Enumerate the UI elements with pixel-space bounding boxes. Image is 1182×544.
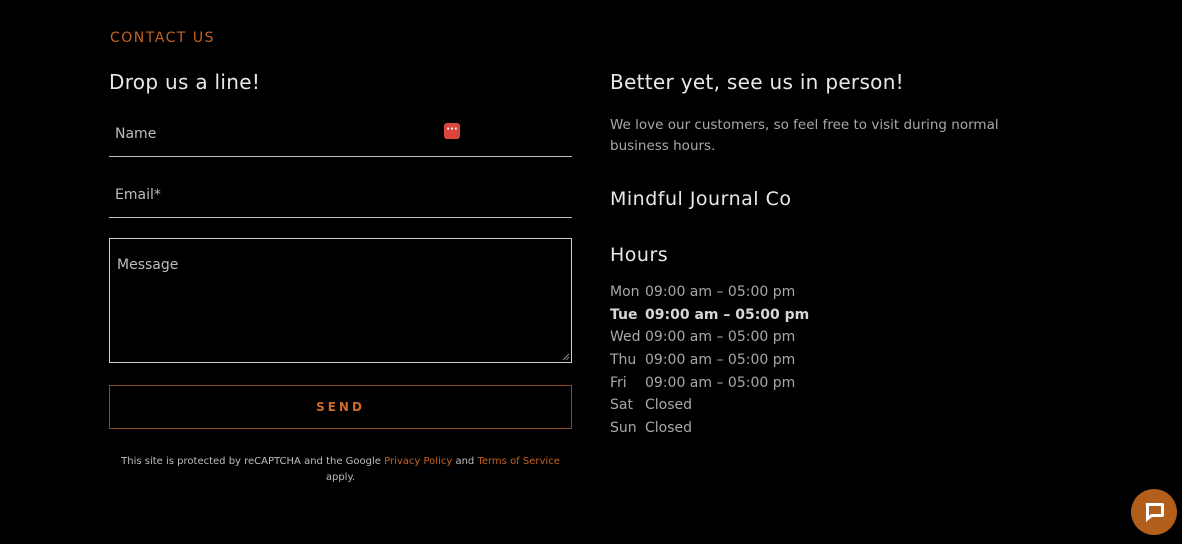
message-placeholder: Message bbox=[117, 257, 179, 273]
recaptcha-middle: and bbox=[452, 456, 478, 467]
visit-intro: We love our customers, so feel free to v… bbox=[610, 117, 999, 154]
hours-time: Closed bbox=[645, 420, 693, 437]
name-underline bbox=[109, 156, 572, 157]
hours-row: Mon 09:00 am – 05:00 pm bbox=[610, 284, 809, 307]
hours-time: 09:00 am – 05:00 pm bbox=[645, 284, 796, 300]
contact-page: CONTACT US Drop us a line! Name ··· Emai… bbox=[0, 0, 1182, 544]
hours-day: Wed bbox=[610, 329, 641, 346]
message-textarea[interactable]: Message bbox=[109, 238, 572, 363]
recaptcha-prefix: This site is protected by reCAPTCHA and … bbox=[121, 456, 385, 467]
contact-form: Drop us a line! Name ··· Email* Message … bbox=[109, 70, 572, 483]
hours-time: 09:00 am – 05:00 pm bbox=[645, 306, 810, 323]
recaptcha-suffix: apply. bbox=[325, 472, 356, 483]
visit-heading: Better yet, see us in person! bbox=[610, 70, 904, 94]
hours-time: 09:00 am – 05:00 pm bbox=[645, 329, 796, 346]
hours-day: Tue bbox=[610, 306, 638, 323]
hours-day: Mon bbox=[610, 284, 640, 300]
chat-bubble-icon bbox=[1145, 503, 1164, 522]
company-name: Mindful Journal Co bbox=[610, 188, 792, 210]
form-heading: Drop us a line! bbox=[109, 70, 261, 94]
hours-time: Closed bbox=[645, 397, 693, 414]
hours-day: Sat bbox=[610, 397, 633, 414]
hours-row: Wed 09:00 am – 05:00 pm bbox=[610, 329, 809, 352]
hours-time: 09:00 am – 05:00 pm bbox=[645, 374, 796, 391]
hours-table: Mon 09:00 am – 05:00 pm Tue 09:00 am – 05:0… bbox=[610, 284, 809, 443]
hours-day: Sun bbox=[610, 420, 637, 437]
hours-row: Tue 09:00 am – 05:00 pm bbox=[610, 307, 809, 330]
hours-row: Sat Closed bbox=[610, 397, 809, 420]
hours-time: 09:00 am – 05:00 pm bbox=[645, 352, 796, 369]
resize-grip-icon[interactable] bbox=[562, 353, 570, 361]
hours-day: Fri bbox=[610, 374, 627, 391]
terms-of-service-link[interactable]: Terms of Service bbox=[477, 456, 559, 467]
recaptcha-notice: This site is protected by reCAPTCHA and … bbox=[109, 454, 572, 486]
hours-row: Thu 09:00 am – 05:00 pm bbox=[610, 352, 809, 375]
chat-button[interactable] bbox=[1131, 489, 1177, 535]
section-label: CONTACT US bbox=[110, 30, 215, 46]
send-button[interactable]: SEND bbox=[109, 385, 572, 429]
email-underline bbox=[109, 217, 572, 218]
hours-row: Fri 09:00 am – 05:00 pm bbox=[610, 375, 809, 398]
visit-section: Better yet, see us in person! We love ou… bbox=[610, 70, 1030, 436]
privacy-policy-link[interactable]: Privacy Policy bbox=[384, 456, 452, 467]
password-manager-icon[interactable]: ··· bbox=[444, 123, 460, 139]
email-placeholder: Email* bbox=[115, 187, 161, 203]
name-placeholder: Name bbox=[115, 126, 157, 142]
hours-title: Hours bbox=[610, 244, 669, 266]
hours-day: Thu bbox=[610, 352, 637, 369]
hours-row: Sun Closed bbox=[610, 420, 809, 443]
